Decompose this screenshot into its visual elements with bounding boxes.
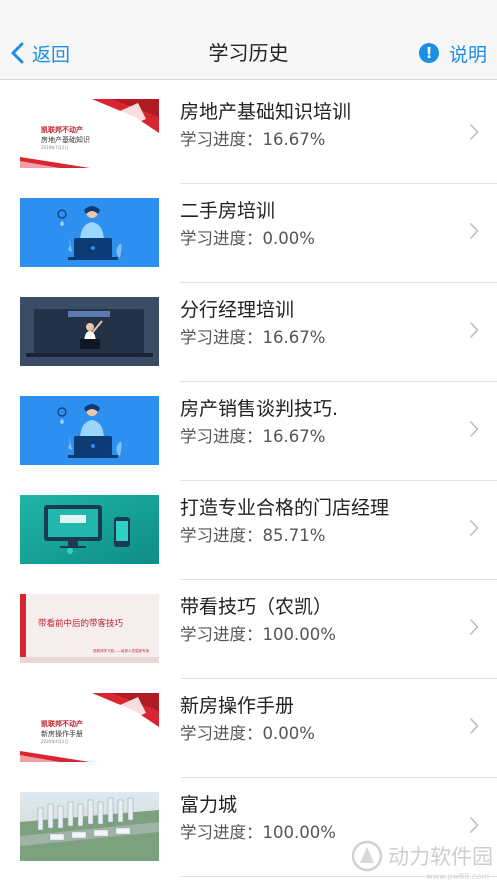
course-thumbnail: [20, 495, 159, 564]
thumbnail-text: 2019年7月2日: [41, 145, 69, 150]
course-progress: 学习进度：85.71%: [180, 526, 326, 545]
thumbnail-text: 带看前中后的带客技巧: [38, 619, 124, 629]
course-title: 房产销售谈判技巧.: [180, 398, 339, 420]
chevron-right-icon: [469, 816, 479, 838]
course-progress: 学习进度：16.67%: [180, 328, 326, 347]
course-row[interactable]: 二手房培训学习进度：0.00%: [0, 184, 497, 283]
course-progress: 学习进度：100.00%: [180, 625, 336, 644]
thumbnail-text: 房地产基础知识: [41, 136, 90, 144]
watermark-url: www.pw88.com: [426, 872, 489, 881]
watermark-logo-icon: [351, 840, 383, 872]
course-title: 房地产基础知识培训: [180, 101, 352, 123]
thumbnail-text: 凯联邦不动产: [41, 126, 83, 134]
chevron-right-icon: [469, 717, 479, 739]
course-row[interactable]: 打造专业合格的门店经理 学习进度：85.71%: [0, 481, 497, 580]
course-title: 新房操作手册: [180, 695, 295, 717]
course-title: 二手房培训: [180, 200, 276, 222]
course-progress: 学习进度：100.00%: [180, 823, 336, 842]
thumbnail-text: 2020年4月2日: [41, 739, 69, 744]
watermark-text: 动力软件园: [388, 845, 493, 869]
course-row[interactable]: 凯联邦不动产 房地产基础知识 2019年7月2日 房地产基础知识培训 学习进度：16.6…: [0, 85, 497, 184]
course-row[interactable]: 带看前中后的带客技巧 凯联邦学习班——培训人员讲座专用 带看技巧（农凯） 学习进度：1…: [0, 580, 497, 679]
course-progress: 学习进度：16.67%: [180, 427, 326, 446]
nav-bar: 返回 学习历史 ! 说明: [0, 0, 497, 80]
chevron-right-icon: [469, 321, 479, 343]
course-row[interactable]: 分行经理培训学习进度：16.67%: [0, 283, 497, 382]
thumbnail-text: 凯联邦不动产: [41, 720, 83, 728]
course-row[interactable]: 凯联邦不动产 新房操作手册 2020年4月2日 新房操作手册 学习进度：0.00%: [0, 679, 497, 778]
watermark: 动力软件园: [350, 839, 493, 873]
thumbnail-text: 新房操作手册: [41, 730, 83, 738]
thumbnail-text: 凯联邦学习班——培训人员讲座专用: [93, 649, 149, 653]
course-thumbnail: 凯联邦不动产 房地产基础知识 2019年7月2日: [20, 99, 159, 168]
course-title: 带看技巧（农凯）: [180, 596, 333, 618]
course-progress: 学习进度：0.00%: [180, 724, 315, 743]
course-thumbnail: [20, 297, 159, 366]
course-progress: 学习进度：16.67%: [180, 130, 326, 149]
info-icon: !: [418, 43, 439, 63]
course-thumbnail: 带看前中后的带客技巧凯联邦学习班——培训人员讲座专用: [20, 594, 159, 663]
course-thumbnail: 凯联邦不动产 新房操作手册 2020年4月2日: [20, 693, 159, 762]
course-thumbnail: [20, 792, 159, 861]
course-progress: 学习进度：0.00%: [180, 229, 315, 248]
course-list: 凯联邦不动产 房地产基础知识 2019年7月2日 房地产基础知识培训 学习进度：16.6…: [0, 85, 497, 877]
chevron-right-icon: [469, 123, 479, 145]
chevron-right-icon: [469, 519, 479, 541]
chevron-right-icon: [469, 618, 479, 640]
course-title: 富力城: [180, 794, 238, 816]
course-title: 分行经理培训: [180, 299, 295, 321]
course-title: 打造专业合格的门店经理: [180, 497, 390, 519]
help-button[interactable]: ! 说明: [418, 38, 487, 68]
course-thumbnail: [20, 396, 159, 465]
help-label: 说明: [448, 43, 487, 66]
course-thumbnail: [20, 198, 159, 267]
course-row[interactable]: 房产销售谈判技巧. 学习进度：16.67%: [0, 382, 497, 481]
chevron-right-icon: [469, 222, 479, 244]
chevron-right-icon: [469, 420, 479, 442]
